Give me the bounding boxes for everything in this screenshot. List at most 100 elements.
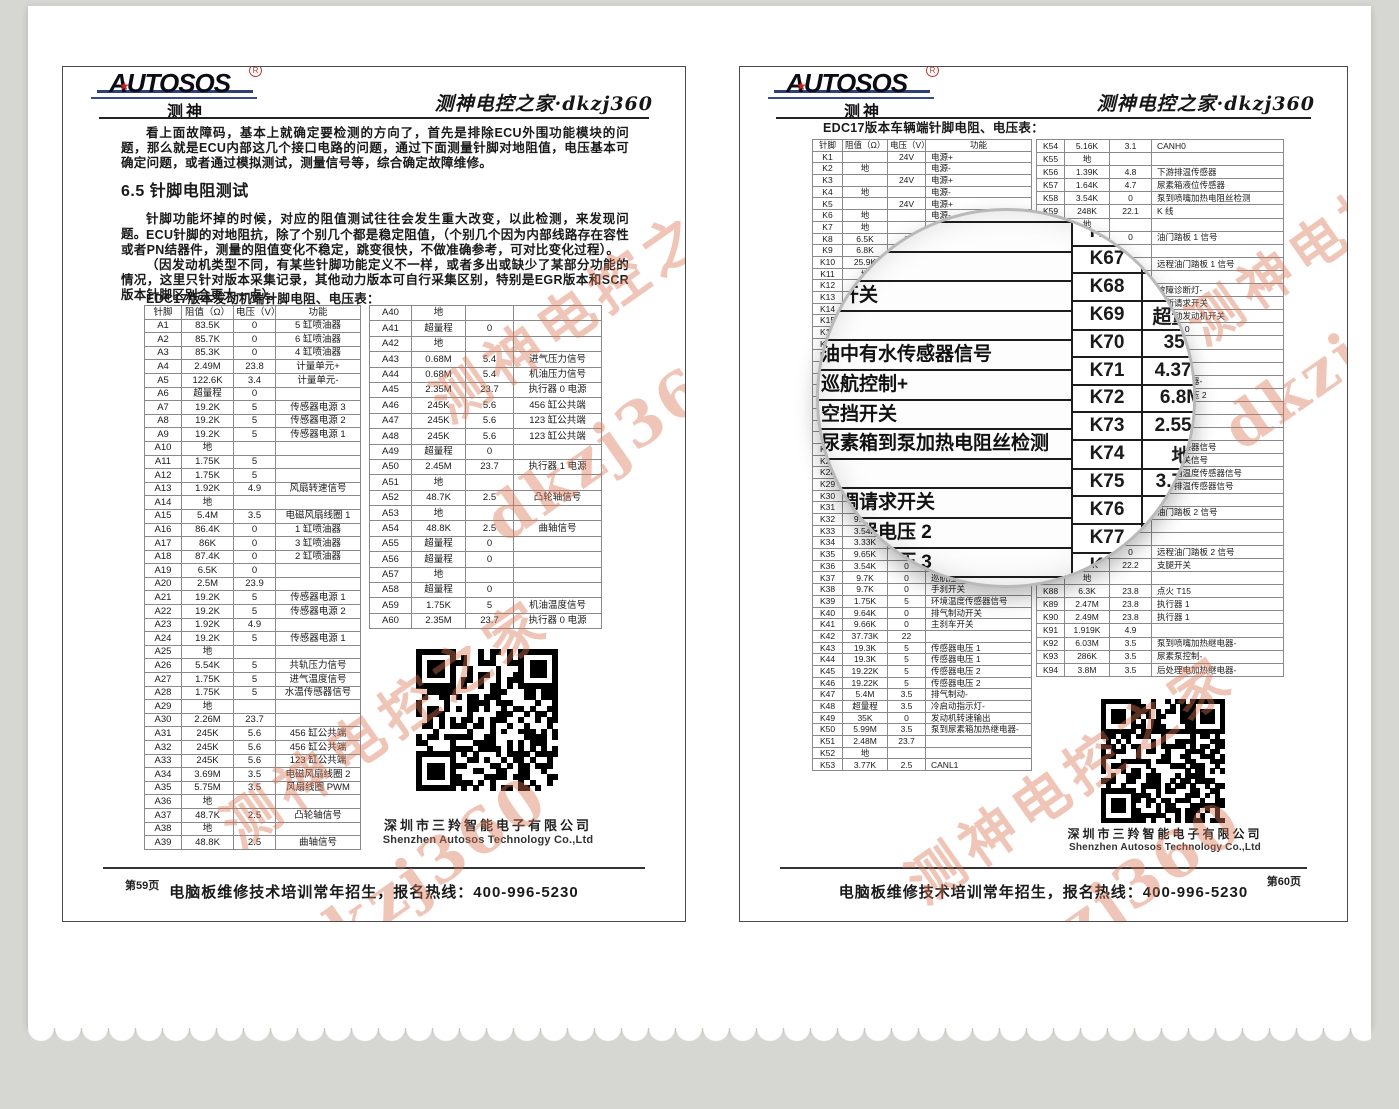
cell: 19.3K <box>843 642 888 654</box>
cell: K46 <box>813 677 843 689</box>
cell: A60 <box>370 613 412 628</box>
cell: 3.5 <box>1110 663 1152 676</box>
cell: 凸轮轴信号 <box>276 808 361 822</box>
cell: 35K <box>843 712 888 724</box>
cell: 执行器 0 电源 <box>514 382 602 397</box>
table-row: K93286K3.5尿素泵控制- <box>1037 650 1284 663</box>
cell: K6 <box>813 210 843 222</box>
registered-trademark-icon <box>926 66 939 77</box>
cell <box>514 552 602 567</box>
cell: A59 <box>370 598 412 613</box>
cell: K39 <box>813 595 843 607</box>
table-row: K409.64K0排气制动开关 <box>813 607 1032 619</box>
cell <box>466 336 514 351</box>
cell: 5.4M <box>182 509 234 523</box>
company-name-cn: 深圳市三羚智能电子有限公司 <box>1040 825 1290 842</box>
cell: 0.68M <box>412 352 466 367</box>
cell: 4.9 <box>234 482 276 496</box>
cell: 9.66K <box>843 619 888 631</box>
magnified-row: 开关 <box>816 253 1073 283</box>
cell: 地 <box>1142 440 1196 469</box>
cell: K78 <box>1072 553 1142 581</box>
table-row: K886.3K23.8点火 T15 <box>1037 585 1284 598</box>
magnified-pin-row: K732.55M <box>1072 412 1196 440</box>
cell: 发动机转速输出 <box>926 712 1032 724</box>
cell: 23.7 <box>466 613 514 628</box>
cell <box>1152 624 1284 637</box>
cell <box>276 822 361 836</box>
cell <box>234 645 276 659</box>
cell: 3.5 <box>234 768 276 782</box>
cell <box>926 736 1032 748</box>
table-row: A343.69M3.5电磁风扇线圈 2 <box>145 768 361 782</box>
cell: 2.45M <box>412 459 466 474</box>
magnified-row <box>816 460 1073 490</box>
cell: 2.5 <box>466 521 514 536</box>
cell: 5.6 <box>234 741 276 755</box>
page-60: AUTOSOS 测神 测神电控之家·dkzj360 测神电控之家 dkzj360… <box>739 66 1348 922</box>
table-row: K4419.3K5传感器电压 1 <box>813 654 1032 666</box>
table-row: A131.92K4.9风扇转速信号 <box>145 482 361 496</box>
table-row: A47245K5.6123 缸公共端 <box>370 413 602 428</box>
cell: 超量程 <box>1142 301 1196 330</box>
cell: 传感器电源 1 <box>276 632 361 646</box>
cell: 2.55M <box>1142 412 1196 440</box>
magnified-row: 空调请求开关 <box>816 489 1073 519</box>
table-row: K52地 <box>813 747 1032 759</box>
cell: 1.75K <box>182 469 234 483</box>
cell: K56 <box>1037 166 1065 179</box>
cell: 9.7K <box>843 584 888 596</box>
cell: 23.8 <box>1110 585 1152 598</box>
cell: 5 <box>466 598 514 613</box>
cell: 0 <box>466 321 514 336</box>
magnified-row: 传感器电压 2 <box>816 519 1073 549</box>
star-icon <box>119 79 130 93</box>
cell: 主刹车开关 <box>926 619 1032 631</box>
cell: 23.7 <box>466 382 514 397</box>
table-caption: EDC17版本车辆端针脚电阻、电压表： <box>798 117 1044 136</box>
table-row: K124V电源+ <box>813 151 1032 163</box>
cell: 245K <box>412 413 466 428</box>
cell: K74 <box>1072 440 1142 469</box>
table-row: K4237.73K22 <box>813 630 1032 642</box>
table-row: A42.49M23.8计量单元+ <box>145 360 361 374</box>
cell: 23.8 <box>1110 611 1152 624</box>
cell: 3.5 <box>234 781 276 795</box>
cell: 0 <box>1110 192 1152 205</box>
footer-rule <box>780 867 1307 869</box>
cell: 泵到喷嘴加热继电器- <box>1152 637 1284 650</box>
cell: 地 <box>1065 153 1110 166</box>
magnified-pin-row: K753.77K <box>1072 469 1196 497</box>
cell: 尿素泵控制- <box>1152 650 1284 663</box>
cell: A34 <box>145 768 182 782</box>
magnified-pin-row: K714.37M <box>1072 357 1196 385</box>
cell: 1.39K <box>1065 166 1110 179</box>
cell: K91 <box>1037 624 1065 637</box>
cell: K68 <box>1072 273 1142 301</box>
cell: 2.26M <box>182 713 234 727</box>
cell: 5.54K <box>182 659 234 673</box>
cell <box>1110 153 1152 166</box>
footer-hotline: 电脑板维修技术培训常年招生，报名热线：400-996-5230 <box>740 881 1347 902</box>
cell: 3.5 <box>234 509 276 523</box>
cell: 3.5 <box>1110 637 1152 650</box>
cell: 风扇线圈 PWM <box>276 781 361 795</box>
cell: A3 <box>145 346 182 360</box>
cell: A15 <box>145 509 182 523</box>
cell: 5 <box>234 632 276 646</box>
cell: 3.77K <box>1142 469 1196 497</box>
cell: 5.4 <box>466 367 514 382</box>
table-row: A53地 <box>370 506 602 521</box>
cell: 0 <box>234 523 276 537</box>
table-row: A1786K03 缸喷油器 <box>145 537 361 551</box>
cell: 传感器电源 3 <box>276 401 361 415</box>
table-row: A57地 <box>370 567 602 582</box>
cell: 4.8 <box>1110 166 1152 179</box>
table-row: K561.39K4.8下游排温传感器 <box>1037 166 1284 179</box>
cell: 2.5 <box>466 490 514 505</box>
table-row: K512.48M23.7 <box>813 736 1032 748</box>
cell: 0 <box>234 346 276 360</box>
table-row: A819.2K5传感器电源 2 <box>145 414 361 428</box>
cell <box>926 747 1032 759</box>
site-title: 测神电控之家·dkzj360 <box>1097 89 1315 116</box>
